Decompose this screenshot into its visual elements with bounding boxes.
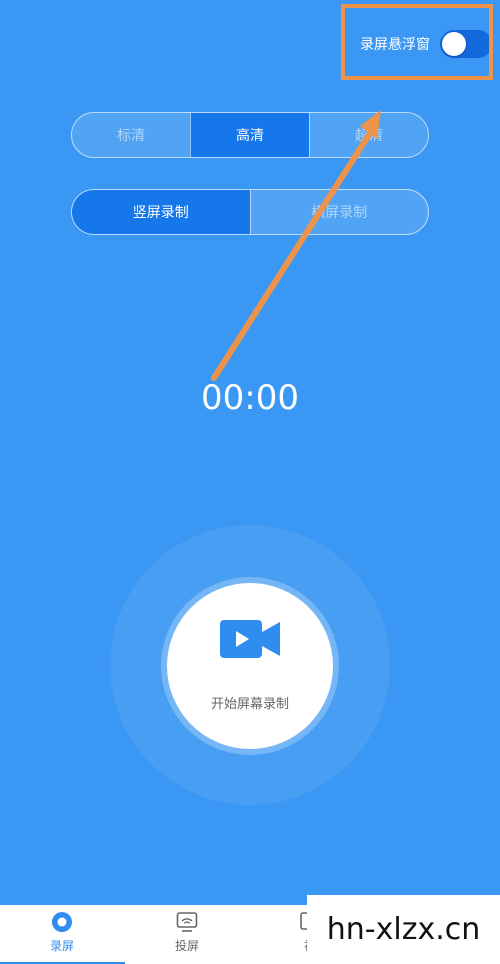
orientation-option-portrait[interactable]: 竖屏录制 [72, 190, 250, 234]
cast-icon [176, 912, 198, 932]
watermark: hn-xlzx.cn [307, 895, 500, 964]
start-recording-label: 开始屏幕录制 [210, 697, 289, 712]
floating-window-row: 录屏悬浮窗 [360, 26, 496, 62]
video-camera-icon [220, 620, 280, 658]
floating-window-toggle[interactable] [440, 30, 492, 58]
toggle-knob [442, 32, 466, 56]
start-recording-button[interactable]: 开始屏幕录制 [167, 583, 333, 749]
recording-timer: 00:00 [201, 378, 299, 418]
nav-item-record[interactable]: 录屏 [32, 911, 92, 954]
annotation-arrow [211, 110, 381, 381]
quality-option-fhd[interactable]: 超清 [309, 113, 428, 157]
record-icon [52, 912, 72, 932]
nav-item-label: 投屏 [174, 939, 199, 953]
orientation-option-landscape[interactable]: 横屏录制 [249, 190, 428, 234]
orientation-selector: 竖屏录制 横屏录制 [71, 189, 429, 235]
quality-option-sd[interactable]: 标清 [72, 113, 190, 157]
nav-item-label: 录屏 [49, 939, 74, 953]
nav-item-cast[interactable]: 投屏 [157, 911, 217, 954]
quality-selector: 标清 高清 超清 [71, 112, 429, 158]
floating-window-label: 录屏悬浮窗 [360, 37, 430, 53]
screen-record-app: 录屏悬浮窗 标清 高清 超清 竖屏录制 横屏录制 00:00 开始屏幕录制 [0, 0, 500, 905]
quality-option-hd[interactable]: 高清 [190, 113, 309, 157]
